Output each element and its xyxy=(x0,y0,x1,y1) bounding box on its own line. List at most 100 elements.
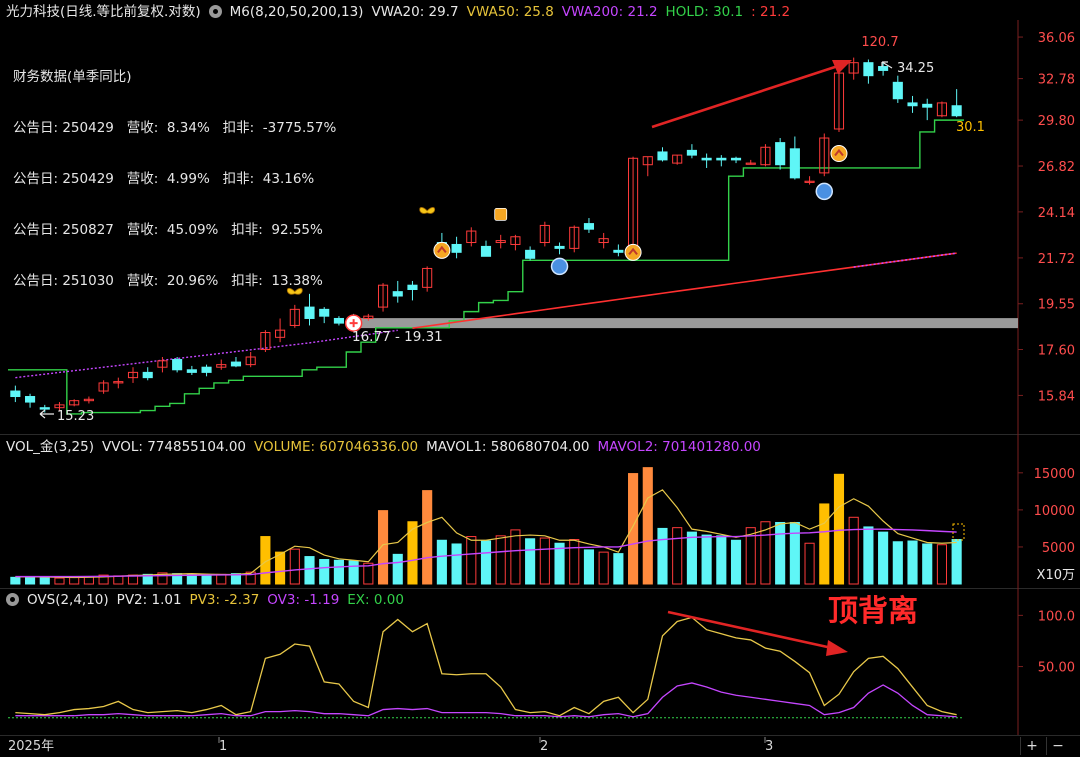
buy-signal-icon xyxy=(624,243,642,261)
candle xyxy=(113,377,124,389)
annotation-band: 16.77 - 19.31 xyxy=(352,329,443,345)
candle xyxy=(10,385,21,403)
ovs-tick-label: 50.00 xyxy=(1038,661,1075,676)
candle xyxy=(83,396,94,404)
volume-bar xyxy=(407,521,418,585)
candle xyxy=(422,266,433,292)
sell-signal-icon xyxy=(815,182,834,201)
candle-body xyxy=(230,361,242,367)
year-label: 2025年 xyxy=(8,739,55,754)
volume-bar xyxy=(642,467,653,585)
volume-bar xyxy=(598,551,609,585)
divergence-label: 顶背离 xyxy=(828,594,918,629)
candle xyxy=(819,133,830,177)
volume-bar xyxy=(672,527,683,585)
annotation-last: 30.1 xyxy=(956,120,985,135)
price-tick-label: 15.84 xyxy=(1038,389,1075,404)
candle xyxy=(775,138,786,170)
candle-body xyxy=(172,359,183,371)
candle xyxy=(892,75,903,103)
candle xyxy=(333,316,344,326)
candle xyxy=(672,154,683,165)
candle-body xyxy=(392,291,403,297)
candle xyxy=(583,218,595,233)
candle xyxy=(598,232,609,249)
volume-bar xyxy=(701,534,712,585)
candle xyxy=(25,393,36,408)
price-tick-label: 17.60 xyxy=(1038,344,1075,359)
candle xyxy=(510,234,521,251)
candle xyxy=(539,221,550,247)
candle-body xyxy=(686,149,697,156)
candle xyxy=(657,147,668,162)
candle xyxy=(907,95,918,113)
volume-bar xyxy=(686,531,697,585)
volume-bar xyxy=(936,544,947,585)
candle-body xyxy=(10,390,21,398)
candle-body xyxy=(201,366,212,373)
volume-tick-label: 5000 xyxy=(1042,541,1075,556)
volume-bar xyxy=(451,543,462,585)
candle xyxy=(172,357,183,373)
volume-bar xyxy=(480,540,492,585)
candle xyxy=(569,225,580,253)
volume-bar xyxy=(951,539,962,585)
candle-body xyxy=(878,66,889,71)
volume-unit-label: X10万 xyxy=(1037,568,1075,583)
candle xyxy=(613,244,624,257)
divergence-arrow-head xyxy=(826,640,848,656)
candle-body xyxy=(701,157,712,161)
annotation-high: 120.7 xyxy=(861,35,898,50)
volume-bar xyxy=(730,539,742,585)
volume-bar xyxy=(892,541,903,585)
zoom-in-button[interactable]: + xyxy=(1020,737,1043,755)
annotation-peak: 34.25 xyxy=(897,61,934,76)
volume-tick-label: 15000 xyxy=(1034,467,1075,482)
candle xyxy=(525,246,536,261)
candle-body xyxy=(775,142,786,166)
volume-tick-label: 10000 xyxy=(1034,504,1075,519)
candle-body xyxy=(333,317,344,324)
candle xyxy=(319,307,330,324)
candle xyxy=(157,357,168,373)
trend-arrow-line xyxy=(651,64,839,129)
candle xyxy=(69,399,80,407)
candle xyxy=(745,159,756,165)
price-tick-label: 29.80 xyxy=(1038,114,1075,129)
candle xyxy=(951,89,962,118)
candle-body xyxy=(142,371,153,379)
volume-bar xyxy=(569,539,580,585)
candle xyxy=(275,318,286,343)
candle xyxy=(922,98,933,121)
zoom-out-button[interactable]: − xyxy=(1046,737,1069,755)
buy-signal-icon xyxy=(433,241,451,259)
candle xyxy=(245,352,256,368)
month-label-2: 2 xyxy=(540,739,549,754)
volume-bar xyxy=(10,576,21,585)
candle xyxy=(407,280,418,301)
candle-body xyxy=(407,284,418,290)
butterfly-icon xyxy=(419,207,436,214)
candle xyxy=(789,136,800,180)
volume-bar xyxy=(25,576,36,585)
candle xyxy=(142,367,153,381)
candle xyxy=(804,176,815,185)
candle-body xyxy=(863,62,874,77)
volume-bar xyxy=(275,551,286,585)
ovs-tick-label: 100.0 xyxy=(1038,609,1075,624)
candle xyxy=(98,380,109,394)
low-arrow-icon xyxy=(39,409,54,419)
chart-canvas[interactable]: 36.06 32.78 29.80 26.82 24.14 21.72 19.55 17.60… xyxy=(0,0,1080,757)
candle-body xyxy=(583,223,595,230)
candle xyxy=(716,155,727,167)
volume-bar xyxy=(510,529,521,585)
volume-bar xyxy=(289,548,300,585)
volume-bar xyxy=(775,521,786,585)
candle xyxy=(377,283,389,312)
volume-bar xyxy=(628,473,639,585)
candle xyxy=(289,304,300,328)
candle xyxy=(701,153,712,168)
candle-body xyxy=(186,369,197,373)
volume-bar xyxy=(907,540,918,585)
candle-body xyxy=(789,148,800,179)
